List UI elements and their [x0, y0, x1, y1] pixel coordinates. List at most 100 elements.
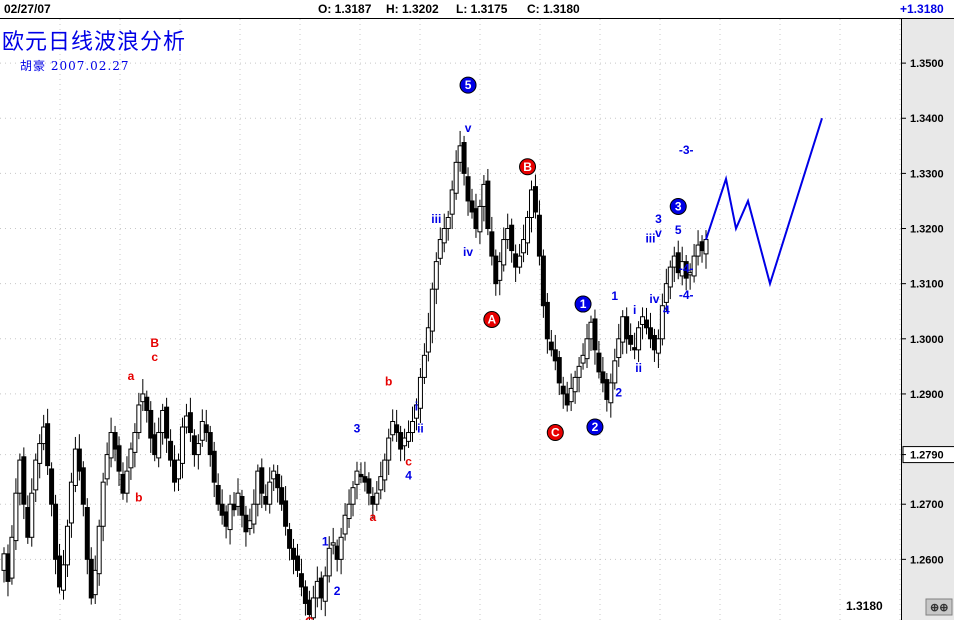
candle — [294, 543, 300, 577]
wave-label: a — [128, 369, 135, 383]
circled-wave-label: 1 — [574, 295, 592, 313]
candle — [445, 210, 451, 241]
candle — [21, 447, 27, 520]
candle — [37, 434, 43, 479]
candle — [41, 414, 47, 451]
candle — [390, 409, 396, 442]
wave-circle-label: A — [487, 313, 496, 327]
candle-down — [57, 555, 63, 588]
candle-down — [168, 440, 174, 461]
circled-wave-label: 5 — [459, 76, 477, 94]
candle — [461, 135, 467, 186]
wave-label: iii — [645, 231, 655, 245]
candle — [457, 130, 463, 172]
candle-up — [576, 365, 582, 378]
axis-tick-label: 1.2790 — [910, 450, 944, 462]
candle-up — [445, 216, 451, 230]
circled-wave-label: B — [519, 158, 537, 176]
candle-up — [378, 476, 384, 491]
candle-down — [461, 142, 467, 174]
candle-up — [425, 327, 431, 353]
candle — [358, 462, 364, 484]
candle-down — [560, 385, 566, 395]
wave-label: 4 — [405, 468, 412, 482]
candle-up — [608, 382, 614, 404]
candle-up — [620, 316, 626, 343]
candle-down — [5, 553, 11, 582]
candle — [100, 472, 106, 542]
candle-up — [572, 376, 578, 393]
candle-down — [592, 318, 598, 351]
candle-up — [667, 266, 673, 288]
candle-down — [239, 495, 245, 516]
candle — [338, 527, 344, 575]
candle — [211, 441, 217, 498]
wave-label: C — [305, 615, 314, 620]
candle-down — [88, 558, 94, 599]
candle-down — [509, 224, 515, 252]
candle-up — [60, 564, 66, 591]
high-value: H: 1.3202 — [386, 2, 439, 16]
candle-up — [417, 376, 423, 409]
candle — [187, 397, 193, 442]
candle — [72, 436, 78, 493]
candle-up — [449, 189, 455, 215]
candle — [564, 381, 570, 412]
candle — [441, 213, 447, 253]
candle — [80, 461, 86, 517]
candle-down — [493, 255, 499, 285]
candle — [417, 368, 423, 424]
candle-down — [298, 573, 304, 588]
candle — [25, 495, 31, 544]
candle-down — [259, 467, 265, 494]
candle-down — [596, 352, 602, 373]
candle-down — [84, 507, 90, 560]
candle-down — [275, 473, 281, 489]
candle-up — [402, 437, 408, 447]
candle-down — [644, 319, 650, 329]
candle — [406, 420, 412, 448]
candle — [572, 370, 578, 404]
candle-down — [540, 255, 546, 307]
wave-circle-label: C — [551, 426, 560, 440]
wave-label: 3 — [655, 212, 662, 226]
candle — [33, 453, 39, 503]
candle — [168, 429, 174, 467]
candle-down — [172, 459, 178, 483]
candle-down — [473, 208, 479, 230]
candle — [231, 492, 237, 517]
wave-circle-label: B — [523, 160, 532, 174]
candle-up — [314, 580, 320, 599]
candle-up — [9, 536, 15, 579]
candle — [366, 472, 372, 506]
candle-down — [632, 347, 638, 351]
circled-wave-label: 2 — [586, 418, 604, 436]
open-value: O: 1.3187 — [318, 2, 372, 16]
candle-up — [663, 283, 669, 303]
change-value: +1.3180 — [900, 2, 944, 16]
axis-tick-label: 1.2700 — [910, 499, 944, 511]
candle — [505, 213, 511, 249]
candle — [394, 409, 400, 442]
price-plot[interactable]: abBcC123abiiic4iiiv5ivBAC12512iiiiiiiv43… — [0, 19, 901, 620]
candle — [612, 348, 618, 390]
candle-up — [386, 437, 392, 461]
candle — [88, 547, 94, 605]
candle-down — [604, 379, 610, 400]
wave-circle-label: 2 — [592, 420, 599, 434]
wave-label: 2 — [615, 386, 622, 400]
candle — [53, 494, 59, 575]
candle-down — [45, 423, 51, 467]
candle-down — [302, 586, 308, 604]
candle-up — [136, 404, 142, 434]
candle — [330, 527, 336, 555]
candle — [429, 282, 435, 344]
axis-tick-label: 1.2900 — [910, 389, 944, 401]
candle — [148, 401, 154, 453]
wave-label: iv — [649, 292, 659, 306]
wave-label: c — [151, 350, 158, 364]
wave-label: c — [405, 455, 412, 469]
candle — [144, 390, 150, 423]
candle-down — [465, 176, 471, 202]
candle — [386, 428, 392, 475]
